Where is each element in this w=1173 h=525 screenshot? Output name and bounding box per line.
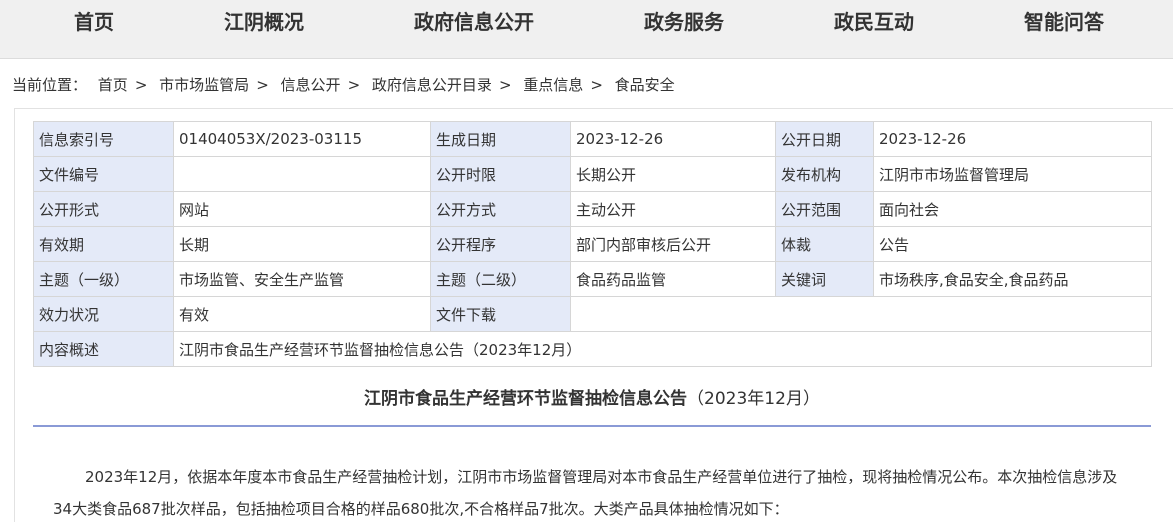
meta-value: 2023-12-26	[570, 121, 776, 157]
breadcrumb-separator: >	[347, 76, 361, 94]
nav-item-home[interactable]: 首页	[74, 6, 114, 35]
breadcrumb-separator: >	[590, 76, 603, 94]
meta-value: 01404053X/2023-03115	[173, 121, 431, 157]
meta-label: 体裁	[775, 226, 874, 262]
nav-item-qa[interactable]: 智能问答	[1024, 6, 1104, 35]
breadcrumb-catalog[interactable]: 政府信息公开目录	[372, 76, 492, 94]
meta-label: 公开形式	[33, 191, 174, 227]
table-row: 主题（一级） 市场监管、安全生产监管 主题（二级） 食品药品监管 关键词 市场秩…	[33, 261, 1152, 297]
table-row: 文件编号 公开时限 长期公开 发布机构 江阴市市场监督管理局	[33, 156, 1152, 192]
meta-label: 公开程序	[430, 226, 571, 262]
meta-label: 公开日期	[775, 121, 874, 157]
title-divider	[33, 425, 1151, 427]
meta-value: 公告	[873, 226, 1152, 262]
table-row: 有效期 长期 公开程序 部门内部审核后公开 体裁 公告	[33, 226, 1152, 262]
meta-label: 生成日期	[430, 121, 571, 157]
article-paragraph: 2023年12月，依据本年度本市食品生产经营抽检计划，江阴市市场监督管理局对本市…	[53, 468, 1118, 518]
meta-value: 食品药品监管	[570, 261, 776, 297]
meta-value: 长期公开	[570, 156, 776, 192]
meta-label: 主题（二级）	[430, 261, 571, 297]
meta-value: 江阴市市场监督管理局	[873, 156, 1152, 192]
breadcrumb-prefix: 当前位置：	[12, 76, 88, 94]
summary-value: 江阴市食品生产经营环节监督抽检信息公告（2023年12月）	[173, 331, 1152, 367]
meta-label: 公开时限	[430, 156, 571, 192]
table-row: 公开形式 网站 公开方式 主动公开 公开范围 面向社会	[33, 191, 1152, 227]
breadcrumb-separator: >	[256, 76, 269, 94]
download-label: 文件下载	[430, 296, 571, 332]
table-row: 内容概述 江阴市食品生产经营环节监督抽检信息公告（2023年12月）	[33, 331, 1152, 367]
meta-value: 市场监管、安全生产监管	[173, 261, 431, 297]
article-title: 江阴市食品生产经营环节监督抽检信息公告（2023年12月）	[33, 384, 1151, 409]
summary-label: 内容概述	[33, 331, 174, 367]
nav-item-services[interactable]: 政务服务	[644, 6, 724, 35]
nav-item-interaction[interactable]: 政民互动	[834, 6, 914, 35]
table-row: 效力状况 有效 文件下载	[33, 296, 1152, 332]
meta-label: 有效期	[33, 226, 174, 262]
meta-label: 主题（一级）	[33, 261, 174, 297]
meta-value: 长期	[173, 226, 431, 262]
meta-label: 公开方式	[430, 191, 571, 227]
meta-label: 公开范围	[775, 191, 874, 227]
article-title-main: 江阴市食品生产经营环节监督抽检信息公告	[364, 389, 688, 409]
meta-value: 网站	[173, 191, 431, 227]
meta-value: 部门内部审核后公开	[570, 226, 776, 262]
meta-label: 信息索引号	[33, 121, 174, 157]
breadcrumb-food-safety[interactable]: 食品安全	[615, 76, 675, 94]
breadcrumb-key-info[interactable]: 重点信息	[523, 76, 583, 94]
meta-value: 面向社会	[873, 191, 1152, 227]
meta-value	[173, 156, 431, 192]
meta-label: 关键词	[775, 261, 874, 297]
top-nav: 首页 江阴概况 政府信息公开 政务服务 政民互动 智能问答	[0, 0, 1173, 59]
article-title-suffix: （2023年12月）	[687, 389, 820, 409]
validity-value: 有效	[173, 296, 431, 332]
nav-item-gov-info[interactable]: 政府信息公开	[414, 6, 534, 35]
breadcrumb-market-bureau[interactable]: 市市场监管局	[159, 76, 249, 94]
download-cell[interactable]	[570, 296, 1152, 332]
meta-label: 文件编号	[33, 156, 174, 192]
meta-value: 2023-12-26	[873, 121, 1152, 157]
breadcrumb-separator: >	[134, 76, 148, 94]
validity-label: 效力状况	[33, 296, 174, 332]
breadcrumb-separator: >	[498, 76, 512, 94]
info-meta-table: 信息索引号 01404053X/2023-03115 生成日期 2023-12-…	[33, 121, 1152, 367]
table-row: 信息索引号 01404053X/2023-03115 生成日期 2023-12-…	[33, 121, 1152, 157]
breadcrumb-home[interactable]: 首页	[98, 76, 128, 94]
meta-label: 发布机构	[775, 156, 874, 192]
nav-item-overview[interactable]: 江阴概况	[224, 6, 304, 35]
meta-value: 市场秩序,食品安全,食品药品	[873, 261, 1152, 297]
breadcrumb-info-open[interactable]: 信息公开	[281, 76, 341, 94]
meta-value: 主动公开	[570, 191, 776, 227]
breadcrumb: 当前位置： 首页 > 市市场监管局 > 信息公开 > 政府信息公开目录 > 重点信息 > …	[12, 74, 675, 95]
